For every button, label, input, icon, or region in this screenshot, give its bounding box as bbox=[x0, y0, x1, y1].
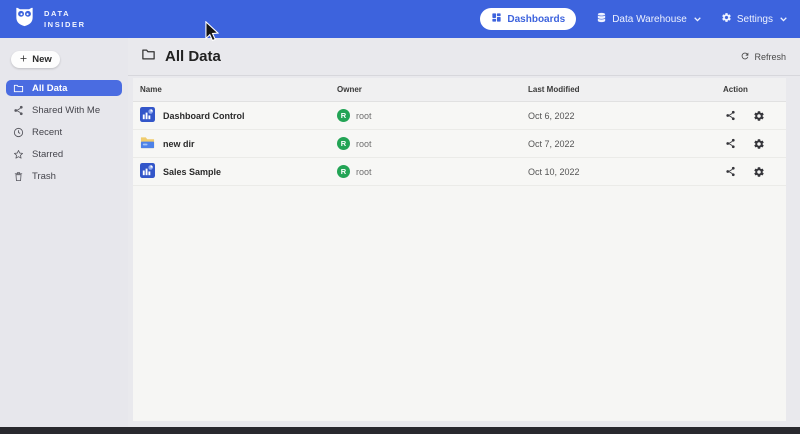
sidebar-item-trash[interactable]: Trash bbox=[6, 168, 122, 184]
bottom-edge-bar bbox=[0, 427, 800, 434]
settings-menu[interactable]: Settings bbox=[721, 12, 787, 26]
refresh-button[interactable]: Refresh bbox=[740, 51, 786, 63]
share-button[interactable] bbox=[725, 166, 736, 177]
owner-avatar: R bbox=[337, 165, 350, 178]
folder-icon bbox=[13, 83, 24, 94]
new-button[interactable]: New bbox=[11, 51, 60, 68]
app-window: DATA INSIDER Dashboards bbox=[0, 0, 800, 434]
owner-avatar: R bbox=[337, 109, 350, 122]
dashboard-file-icon bbox=[140, 107, 155, 124]
sidebar-item-all-data[interactable]: All Data bbox=[6, 80, 122, 96]
last-modified: Oct 7, 2022 bbox=[521, 139, 716, 149]
sidebar-item-label: Trash bbox=[32, 171, 56, 182]
share-button[interactable] bbox=[725, 110, 736, 121]
chevron-down-icon bbox=[694, 17, 701, 22]
folder-icon bbox=[141, 47, 156, 67]
column-header-last-modified: Last Modified bbox=[521, 85, 716, 94]
sidebar-item-starred[interactable]: Starred bbox=[6, 146, 122, 162]
app-logo: DATA INSIDER bbox=[13, 5, 86, 33]
sidebar-item-label: Recent bbox=[32, 127, 62, 138]
table-row[interactable]: new dir R root Oct 7, 2022 bbox=[133, 130, 786, 158]
sidebar-item-shared-with-me[interactable]: Shared With Me bbox=[6, 102, 122, 118]
data-warehouse-menu[interactable]: Data Warehouse bbox=[596, 12, 701, 26]
gear-button[interactable] bbox=[753, 110, 765, 122]
sidebar-item-label: Starred bbox=[32, 149, 63, 160]
dashboards-label: Dashboards bbox=[507, 14, 565, 25]
column-header-action: Action bbox=[716, 85, 786, 94]
gear-button[interactable] bbox=[753, 166, 765, 178]
owner-name: root bbox=[356, 139, 372, 149]
page-title: All Data bbox=[165, 48, 221, 65]
sidebar-menu: All Data Shared With Me Recent bbox=[0, 80, 128, 184]
dashboards-button[interactable]: Dashboards bbox=[480, 8, 576, 30]
file-name: Dashboard Control bbox=[163, 111, 245, 121]
top-header: DATA INSIDER Dashboards bbox=[0, 0, 800, 38]
settings-label: Settings bbox=[737, 14, 773, 25]
column-header-owner: Owner bbox=[330, 85, 521, 94]
owner-avatar: R bbox=[337, 137, 350, 150]
share-button[interactable] bbox=[725, 138, 736, 149]
file-name: new dir bbox=[163, 139, 195, 149]
main-panel: All Data Refresh Name Owner Last Modifie… bbox=[128, 38, 800, 427]
data-warehouse-label: Data Warehouse bbox=[612, 14, 687, 25]
refresh-label: Refresh bbox=[754, 52, 786, 62]
clock-icon bbox=[13, 127, 24, 138]
column-header-name: Name bbox=[133, 85, 330, 94]
share-icon bbox=[13, 105, 24, 116]
sidebar-item-label: All Data bbox=[32, 83, 67, 94]
app-name: DATA INSIDER bbox=[44, 8, 86, 31]
gear-button[interactable] bbox=[753, 138, 765, 150]
table-row[interactable]: Dashboard Control R root Oct 6, 2022 bbox=[133, 102, 786, 130]
refresh-icon bbox=[740, 51, 750, 63]
folder-file-icon bbox=[140, 135, 155, 152]
top-nav: Dashboards Data Warehouse bbox=[480, 8, 787, 30]
sidebar-item-label: Shared With Me bbox=[32, 105, 100, 116]
owner-name: root bbox=[356, 167, 372, 177]
table-row[interactable]: Sales Sample R root Oct 10, 2022 bbox=[133, 158, 786, 186]
last-modified: Oct 10, 2022 bbox=[521, 167, 716, 177]
sidebar-item-recent[interactable]: Recent bbox=[6, 124, 122, 140]
dashboard-file-icon bbox=[140, 163, 155, 180]
database-icon bbox=[596, 12, 607, 26]
sidebar: New All Data Shared With bbox=[0, 38, 128, 427]
file-name: Sales Sample bbox=[163, 167, 221, 177]
content-header: All Data Refresh bbox=[128, 38, 800, 76]
owner-name: root bbox=[356, 111, 372, 121]
owl-logo-icon bbox=[13, 5, 36, 33]
star-icon bbox=[13, 149, 24, 160]
gear-icon bbox=[721, 12, 732, 26]
dashboard-icon bbox=[491, 12, 502, 26]
file-table: Name Owner Last Modified Action bbox=[133, 78, 786, 421]
plus-icon bbox=[19, 54, 28, 66]
chevron-down-icon bbox=[780, 17, 787, 22]
last-modified: Oct 6, 2022 bbox=[521, 111, 716, 121]
new-button-label: New bbox=[32, 54, 52, 65]
table-header: Name Owner Last Modified Action bbox=[133, 78, 786, 102]
trash-icon bbox=[13, 171, 24, 182]
